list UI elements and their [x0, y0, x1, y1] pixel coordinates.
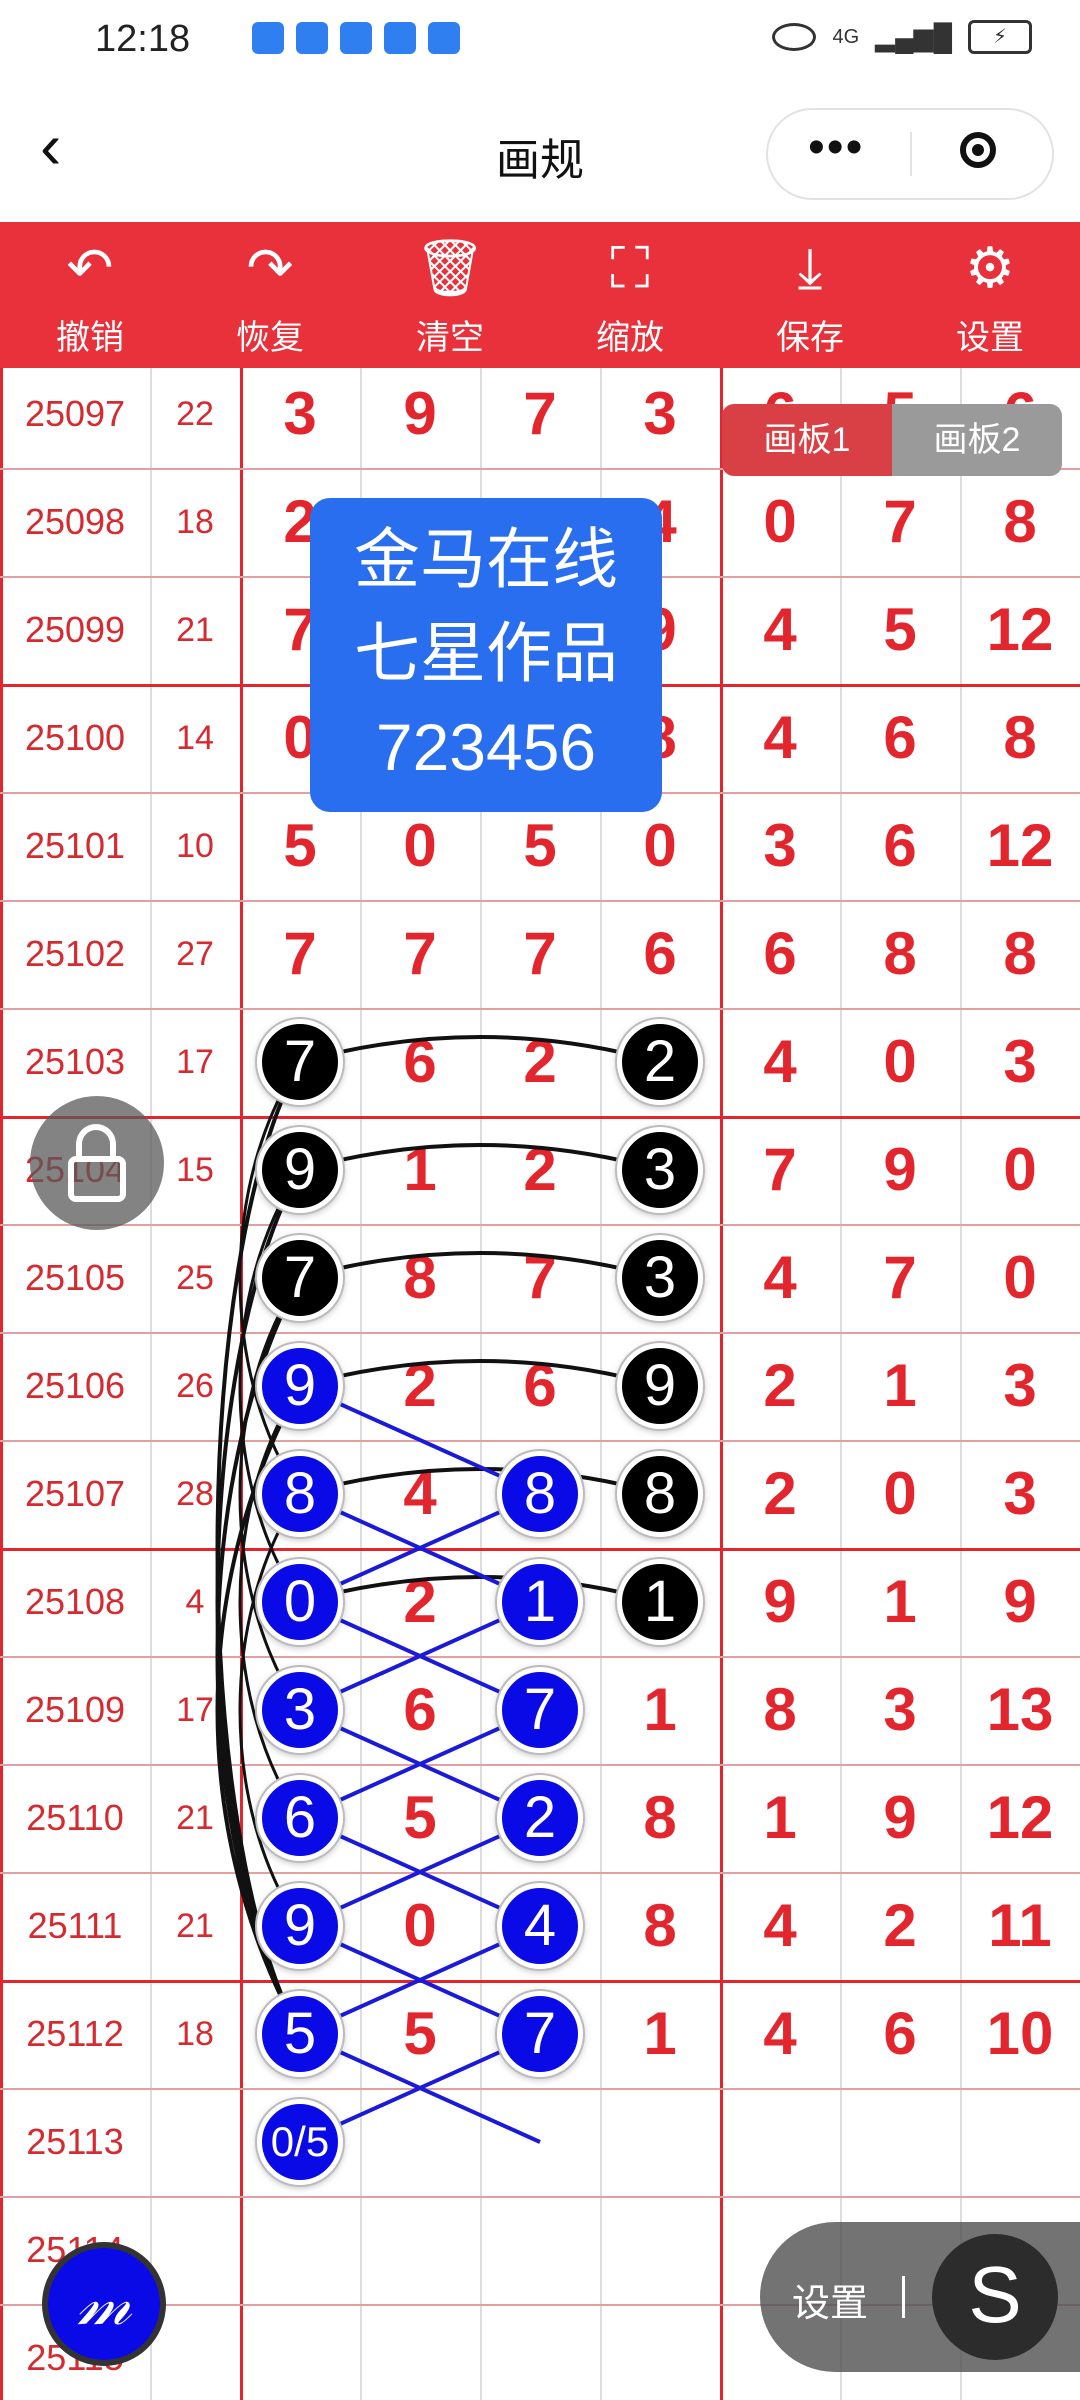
marked-number-ball[interactable]: 2	[497, 1775, 583, 1861]
baidu-icon	[428, 22, 460, 54]
network-label: 4G	[832, 25, 860, 48]
notification-icons	[252, 22, 460, 54]
undo-label: 撤销	[56, 319, 124, 357]
marked-number-ball[interactable]: 9	[257, 1127, 343, 1213]
drawn-line	[299, 1035, 661, 1064]
drawn-line	[299, 1359, 661, 1388]
toolbar: ↶ 撤销 ↷ 恢复 🗑 清空 ⛶ 缩放 ⤓ 保存 ⚙ 设置	[0, 222, 1080, 368]
marked-number-ball[interactable]: 2	[617, 1019, 703, 1105]
pen-icon: 𝓂	[76, 2266, 132, 2338]
signal-icon: ▂▄▆█	[875, 21, 952, 52]
baidu-icon	[384, 22, 416, 54]
trash-icon: 🗑	[414, 236, 486, 299]
tab-board-2[interactable]: 画板2	[892, 404, 1062, 476]
tab-board-1[interactable]: 画板1	[722, 404, 892, 476]
drawn-line	[299, 1143, 661, 1172]
zoom-label: 缩放	[596, 319, 664, 357]
marked-number-ball[interactable]: 7	[257, 1019, 343, 1105]
marked-number-ball[interactable]: 3	[257, 1667, 343, 1753]
marked-number-ball[interactable]: 0/5	[257, 2099, 343, 2185]
gear-icon: ⚙	[964, 236, 1016, 299]
marked-number-ball[interactable]: 0	[257, 1559, 343, 1645]
battery-icon: ⚡	[968, 20, 1032, 54]
watermark-line-2: 七星作品	[354, 616, 618, 690]
drawn-line	[299, 1251, 661, 1280]
miniprogram-capsule: •••	[766, 108, 1054, 200]
baidu-icon	[252, 22, 284, 54]
undo-button[interactable]: ↶ 撤销	[0, 222, 180, 368]
marked-number-ball[interactable]: 1	[497, 1559, 583, 1645]
marked-number-ball[interactable]: 5	[257, 1991, 343, 2077]
redo-label: 恢复	[236, 319, 304, 357]
drawn-line	[299, 1575, 661, 1604]
status-right: 4G ▂▄▆█ ⚡	[772, 20, 1032, 54]
capsule-divider	[910, 132, 912, 176]
watermark-line-1: 金马在线	[354, 522, 618, 596]
settings-button[interactable]: ⚙ 设置	[900, 222, 1080, 368]
pen-button[interactable]: 𝓂	[48, 2248, 160, 2360]
undo-icon: ↶	[66, 236, 114, 299]
marked-number-ball[interactable]: 3	[617, 1235, 703, 1321]
share-button[interactable]: S	[932, 2234, 1058, 2360]
clear-label: 清空	[416, 319, 484, 357]
zoom-button[interactable]: ⛶ 缩放	[540, 222, 720, 368]
marked-number-ball[interactable]: 8	[617, 1451, 703, 1537]
marked-number-ball[interactable]: 7	[497, 1991, 583, 2077]
marked-number-ball[interactable]: 3	[617, 1127, 703, 1213]
watermark-box: 金马在线 七星作品 723456	[310, 498, 662, 812]
download-icon: ⤓	[797, 236, 823, 299]
watermark-line-3: 723456	[375, 710, 597, 784]
marked-number-ball[interactable]: 7	[497, 1667, 583, 1753]
floating-divider	[902, 2276, 905, 2318]
floating-settings-bar: 设置 S	[760, 2222, 1080, 2372]
settings-label: 设置	[956, 319, 1024, 357]
redo-icon: ↷	[246, 236, 294, 299]
marked-number-ball[interactable]: 1	[617, 1559, 703, 1645]
baidu-icon	[296, 22, 328, 54]
share-icon: S	[968, 2250, 1022, 2339]
nav-bar: ‹ 画规 •••	[0, 80, 1080, 220]
marked-number-ball[interactable]: 7	[257, 1235, 343, 1321]
marked-number-ball[interactable]: 8	[257, 1451, 343, 1537]
lock-icon	[76, 1124, 116, 1160]
status-time: 12:18	[95, 18, 191, 60]
redo-button[interactable]: ↷ 恢复	[180, 222, 360, 368]
close-target-icon[interactable]	[960, 132, 996, 168]
zoom-icon: ⛶	[610, 236, 650, 299]
marked-number-ball[interactable]: 8	[497, 1451, 583, 1537]
eye-icon	[772, 23, 817, 51]
lock-body	[68, 1156, 126, 1202]
baidu-icon	[340, 22, 372, 54]
marked-number-ball[interactable]: 4	[497, 1883, 583, 1969]
more-icon[interactable]: •••	[808, 120, 864, 175]
lock-button[interactable]	[30, 1096, 164, 1230]
save-button[interactable]: ⤓ 保存	[720, 222, 900, 368]
floating-settings-button[interactable]: 设置	[792, 2272, 868, 2327]
status-bar: 12:18 4G ▂▄▆█ ⚡	[0, 0, 1080, 80]
marked-number-ball[interactable]: 6	[257, 1775, 343, 1861]
marked-number-ball[interactable]: 9	[257, 1883, 343, 1969]
clear-button[interactable]: 🗑 清空	[360, 222, 540, 368]
board-tabs: 画板1 画板2	[722, 404, 1062, 476]
drawn-line	[299, 1467, 661, 1496]
save-label: 保存	[776, 319, 844, 357]
marked-number-ball[interactable]: 9	[617, 1343, 703, 1429]
marked-number-ball[interactable]: 9	[257, 1343, 343, 1429]
